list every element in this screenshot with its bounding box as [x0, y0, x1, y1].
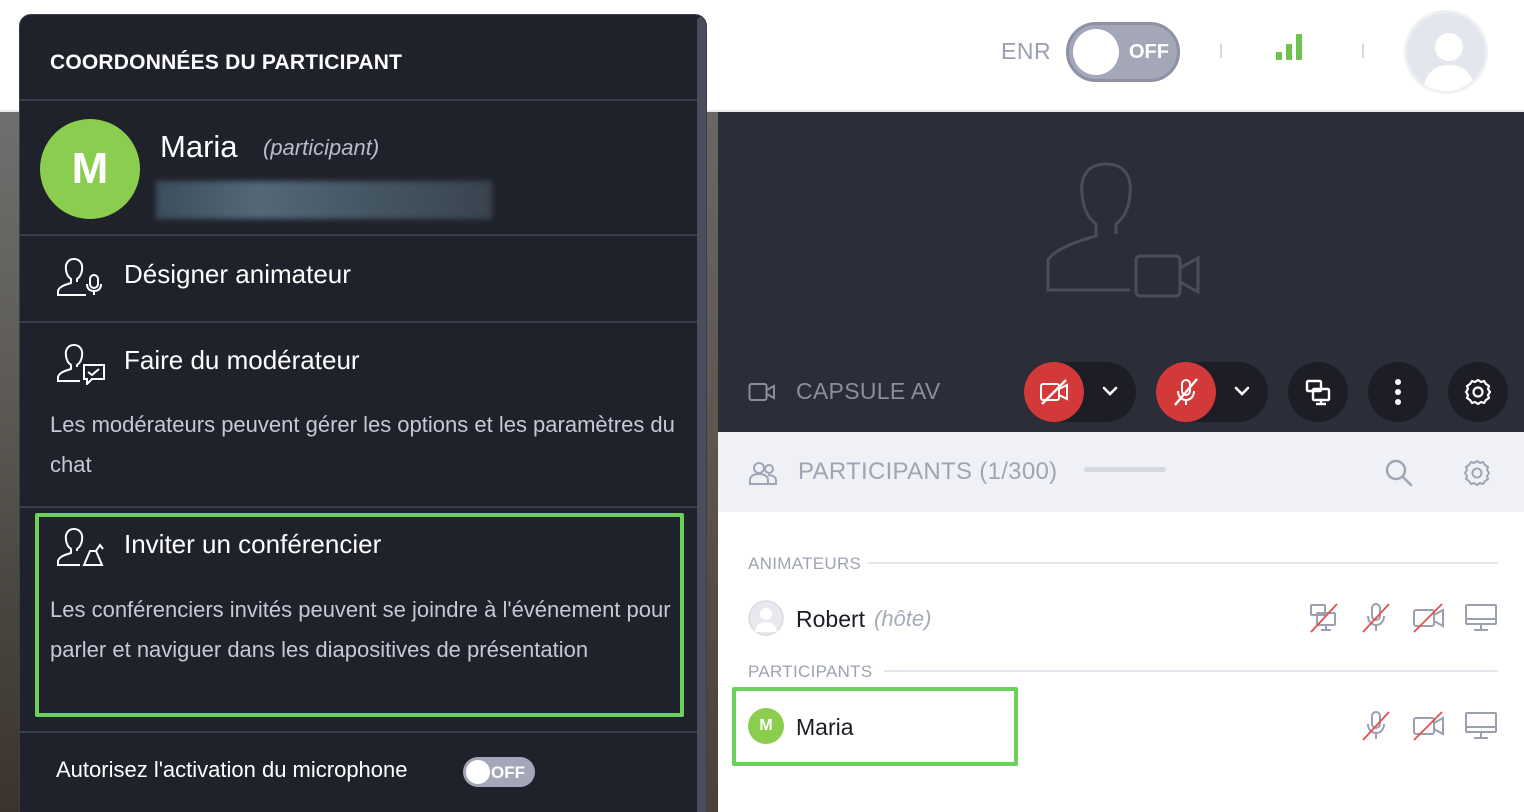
- divider: [20, 234, 697, 236]
- participant-name: Robert: [796, 606, 866, 632]
- screen-share-icon: [1305, 379, 1331, 406]
- action-description: Les modérateurs peuvent gérer les option…: [50, 412, 675, 477]
- monitor-icon: [1465, 604, 1497, 631]
- microphone-off-icon: [1362, 603, 1390, 633]
- participants-header: PARTICIPANTS (1/300): [718, 432, 1524, 512]
- user-chat-icon: [57, 344, 105, 385]
- user-silhouette-icon: [1423, 33, 1475, 91]
- record-toggle[interactable]: OFF: [1066, 22, 1180, 82]
- chevron-down-icon[interactable]: [1232, 380, 1252, 402]
- mic-permission-label: Autorisez l'activation du microphone: [56, 757, 408, 782]
- camera-control-group: [1024, 362, 1136, 422]
- camera-off-icon: [1413, 603, 1444, 633]
- screen-share-button[interactable]: [1288, 362, 1348, 422]
- microphone-off-icon: [1362, 711, 1390, 741]
- record-toggle-knob: [1073, 29, 1119, 75]
- camera-toggle-button[interactable]: [1024, 362, 1084, 422]
- section-label-animateurs: ANIMATEURS: [748, 554, 862, 573]
- participant-role: (hôte): [874, 606, 932, 631]
- divider: [20, 731, 697, 733]
- action-label: Faire du modérateur: [124, 345, 360, 375]
- panel-drag-handle[interactable]: [1084, 467, 1166, 472]
- user-avatar[interactable]: [1404, 10, 1488, 94]
- redacted-email: [156, 181, 492, 219]
- toggle-state: OFF: [491, 763, 525, 782]
- participant-name: Maria: [160, 129, 238, 164]
- chevron-down-icon[interactable]: [1100, 380, 1120, 402]
- no-video-placeholder-icon: [1046, 162, 1200, 298]
- participants-icon: [749, 462, 777, 485]
- highlight-box-invite-speaker: [35, 513, 684, 717]
- signal-strength-icon: [1274, 34, 1306, 60]
- app-root: ENR OFF CAPSULE AV PARTICIPANTS (1/300) …: [0, 0, 1524, 812]
- participants-title: PARTICIPANTS (1/300): [798, 458, 1058, 485]
- divider: [20, 321, 697, 323]
- monitor-icon: [1465, 712, 1497, 739]
- record-toggle-state: OFF: [1129, 41, 1169, 63]
- toggle-knob: [466, 760, 490, 784]
- camera-off-icon: [1413, 711, 1444, 741]
- divider: [20, 506, 697, 508]
- video-area: CAPSULE AV: [718, 112, 1524, 432]
- header-separator: [1362, 44, 1364, 58]
- gear-icon[interactable]: [1462, 458, 1492, 488]
- section-divider: [884, 670, 1498, 672]
- camera-off-icon: [1040, 379, 1068, 405]
- more-vertical-icon: [1395, 379, 1401, 405]
- camera-icon: [748, 383, 775, 401]
- screen-share-disabled-icon: [1310, 603, 1338, 633]
- microphone-off-icon: [1174, 378, 1198, 406]
- popup-title: COORDONNÉES DU PARTICIPANT: [50, 51, 403, 74]
- participant-role: (participant): [263, 135, 380, 160]
- mic-permission-toggle[interactable]: OFF: [463, 757, 535, 787]
- camera-name: CAPSULE AV: [796, 378, 941, 404]
- action-label: Désigner animateur: [124, 259, 351, 289]
- header-separator: [1220, 44, 1222, 58]
- highlight-box-maria: [732, 687, 1018, 766]
- background-photo-left: [0, 112, 20, 812]
- background-photo-gap: [707, 112, 718, 812]
- popup-scrollbar[interactable]: [697, 17, 706, 812]
- section-label-participants: PARTICIPANTS: [748, 662, 873, 681]
- gear-icon: [1464, 378, 1492, 406]
- video-settings-button[interactable]: [1448, 362, 1508, 422]
- microphone-toggle-button[interactable]: [1156, 362, 1216, 422]
- record-label: ENR: [1001, 38, 1052, 64]
- avatar: [748, 600, 784, 636]
- more-options-button[interactable]: [1368, 362, 1428, 422]
- section-divider: [868, 562, 1498, 564]
- microphone-control-group: [1156, 362, 1268, 422]
- search-icon[interactable]: [1384, 458, 1414, 488]
- divider: [20, 99, 697, 101]
- user-mic-icon: [57, 258, 102, 296]
- avatar: M: [40, 119, 140, 219]
